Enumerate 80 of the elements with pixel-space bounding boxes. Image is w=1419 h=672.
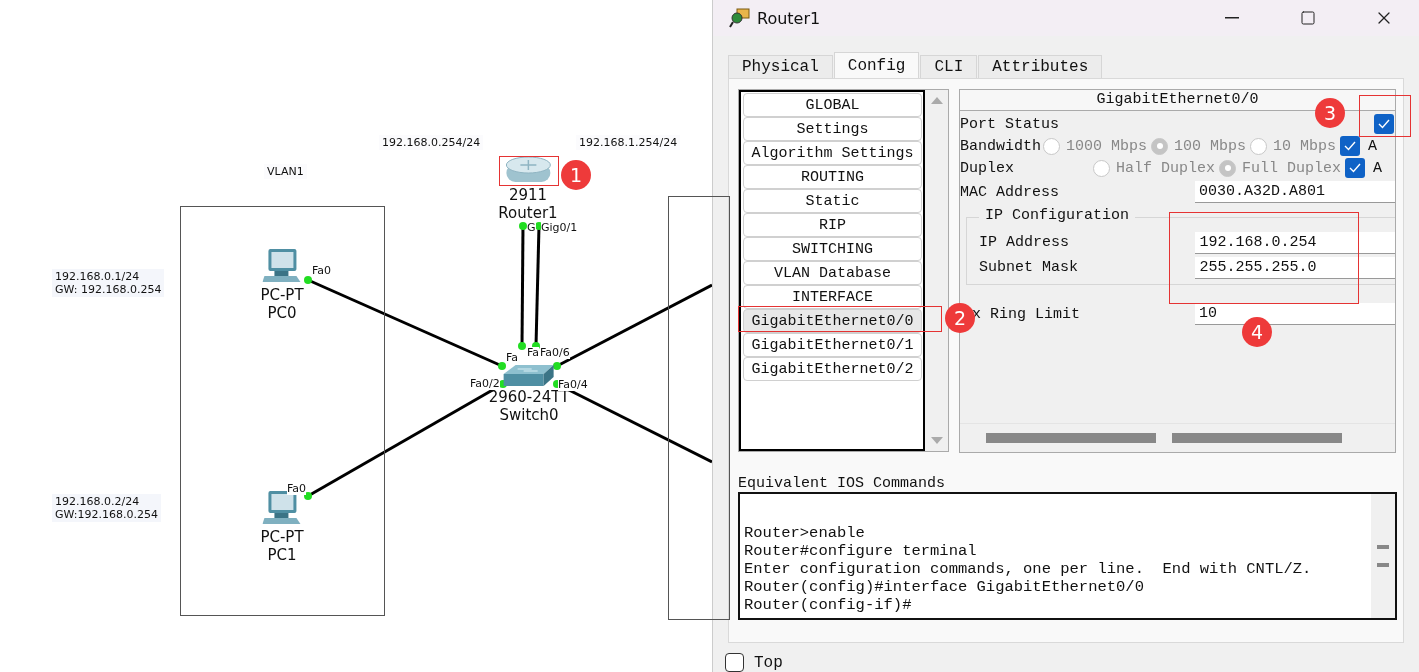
checkbox-label: A xyxy=(1368,137,1378,155)
scroll-up-icon[interactable] xyxy=(930,96,943,104)
checkbox[interactable] xyxy=(725,653,744,672)
device-model: PC-PT xyxy=(260,528,304,546)
port-dot xyxy=(304,492,312,500)
sidebar-item[interactable]: GigabitEthernet0/0 xyxy=(743,309,922,333)
tab[interactable]: CLI xyxy=(920,55,978,78)
magnifier-icon xyxy=(729,7,751,29)
sidebar-item[interactable]: GigabitEthernet0/2 xyxy=(743,357,922,381)
note-label: 192.168.0.254/24 xyxy=(379,135,484,150)
option-label: Half Duplex xyxy=(1116,159,1216,177)
option-label: 1000 Mbps xyxy=(1066,137,1147,155)
port-label: Fa0/6 xyxy=(540,347,570,359)
checkbox[interactable] xyxy=(1374,114,1394,134)
switch-icon xyxy=(502,362,556,388)
check-icon xyxy=(1378,119,1390,129)
tab[interactable]: Attributes xyxy=(978,55,1103,78)
sidebar-item[interactable]: SWITCHING xyxy=(743,237,922,261)
port-label: Fa xyxy=(506,352,519,364)
device-model: 2911 xyxy=(508,186,548,204)
console-output: Router>enable Router#configure terminal Enter configuration commands, one per line. End with CNTL/Z. Router(config)#interface GigabitEthernet0/0 Router(config-if)# xyxy=(743,523,1313,616)
field-label: Port Status xyxy=(960,115,1060,133)
section-title: Equivalent IOS Commands xyxy=(738,475,947,492)
device-model: 2960-24TT xyxy=(488,388,570,406)
option-label: 10 Mbps xyxy=(1273,137,1337,155)
field-label: MAC Address xyxy=(960,183,1061,201)
note-label: 192.168.1.254/24 xyxy=(576,135,681,150)
tab[interactable]: Config xyxy=(833,52,920,78)
port-dot xyxy=(518,342,526,350)
sidebar-item[interactable]: Static xyxy=(743,189,922,213)
port-dot xyxy=(498,362,506,370)
scroll-down-icon[interactable] xyxy=(930,437,943,445)
check-icon xyxy=(1349,163,1362,173)
port-label: Fa0 xyxy=(312,265,332,277)
tab[interactable]: Physical xyxy=(728,55,833,78)
device-name: Router1 xyxy=(498,204,558,222)
maximize-icon xyxy=(1300,10,1316,26)
sidebar-item[interactable]: INTERFACE xyxy=(743,285,922,309)
note-label: 192.168.0.1/24 GW: 192.168.0.254 xyxy=(52,269,165,297)
sidebar-item[interactable]: Algorithm Settings xyxy=(743,141,922,165)
sidebar-item[interactable]: GigabitEthernet0/1 xyxy=(743,333,922,357)
device-name: Switch0 xyxy=(499,406,559,424)
port-dot xyxy=(519,222,527,230)
window-title: Router1 xyxy=(757,8,822,28)
minimize-icon xyxy=(1225,17,1239,19)
highlight-frame xyxy=(499,156,559,186)
sidebar-item[interactable]: VLAN Database xyxy=(743,261,922,285)
checkbox-label: A xyxy=(1373,159,1383,177)
sidebar-item[interactable]: GLOBAL xyxy=(743,93,922,117)
input-field[interactable]: 255.255.255.0 xyxy=(1195,256,1395,279)
group-title: IP Configuration xyxy=(979,207,1136,224)
sidebar-item[interactable]: Settings xyxy=(743,117,922,141)
field-label: Bandwidth xyxy=(960,137,1042,155)
field-label: Subnet Mask xyxy=(979,259,1080,276)
option-label: Full Duplex xyxy=(1242,159,1342,177)
sidebar-item[interactable]: RIP xyxy=(743,213,922,237)
highlight-frame xyxy=(1359,95,1411,137)
port-label: Fa0/4 xyxy=(558,379,588,391)
checkbox-label: Top xyxy=(754,653,783,672)
device-model: PC-PT xyxy=(260,286,304,304)
port-label: Fa0/2 xyxy=(470,378,500,390)
mac-address-field[interactable]: 0030.A32D.A801 xyxy=(1195,181,1395,203)
note-label: VLAN1 xyxy=(264,164,307,179)
note-label: 192.168.0.2/24 GW:192.168.0.254 xyxy=(52,494,161,522)
field-label: Duplex xyxy=(960,159,1015,177)
device-name: PC1 xyxy=(267,546,297,564)
input-field[interactable]: 192.168.0.254 xyxy=(1195,231,1395,254)
scrollbar[interactable] xyxy=(1371,494,1395,618)
field-label: IP Address xyxy=(979,234,1070,251)
port-label: G xyxy=(527,222,536,234)
port-label: Fa0 xyxy=(287,483,307,495)
device-name: PC0 xyxy=(267,304,297,322)
input-field[interactable]: 10 xyxy=(1195,303,1395,325)
port-label: Gig0/1 xyxy=(541,222,578,234)
port-dot xyxy=(553,362,561,370)
sidebar-item[interactable]: ROUTING xyxy=(743,165,922,189)
option-label: 100 Mbps xyxy=(1174,137,1247,155)
check-icon xyxy=(1344,141,1357,151)
port-label: Fa xyxy=(527,347,540,359)
port-dot xyxy=(304,276,312,284)
